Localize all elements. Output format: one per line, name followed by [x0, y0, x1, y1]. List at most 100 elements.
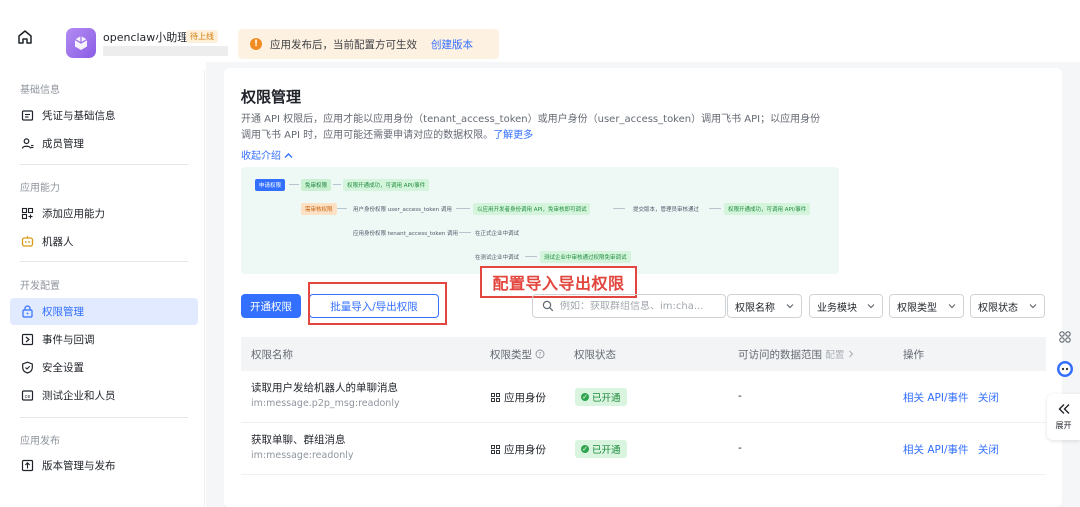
expand-label: 展开: [1055, 421, 1072, 430]
search-input[interactable]: [560, 300, 720, 312]
filter-business-module[interactable]: 业务模块: [809, 294, 883, 318]
related-api-link[interactable]: 相关 API/事件: [903, 444, 969, 456]
sidebar-section-title: 应用能力: [20, 183, 60, 194]
close-permission-link[interactable]: 关闭: [978, 444, 999, 456]
notice-text: 应用发布后，当前配置方可生效: [270, 38, 417, 51]
flow-connector: [613, 208, 625, 209]
sidebar-item-events[interactable]: 事件与回调: [10, 326, 198, 353]
event-icon: [21, 333, 34, 346]
app-identity-icon: [491, 393, 500, 402]
filter-permission-status[interactable]: 权限状态: [970, 294, 1045, 318]
publish-notice: ! 应用发布后，当前配置方可生效 创建版本: [238, 29, 499, 59]
filter-label: 权限类型: [897, 302, 937, 314]
sidebar-item-security[interactable]: 安全设置: [10, 354, 198, 381]
flow-publish: 提交版本，管理员审核通过: [633, 207, 700, 213]
sidebar-item-label: 凭证与基础信息: [42, 110, 116, 122]
sidebar-item-members[interactable]: 成员管理: [10, 130, 198, 157]
filter-permission-type[interactable]: 权限类型: [889, 294, 964, 318]
sidebar-item-label: 添加应用能力: [42, 208, 105, 220]
shield-icon: [21, 361, 34, 374]
sidebar-item-label: 版本管理与发布: [42, 460, 116, 472]
double-chevron-left-icon: [1057, 403, 1071, 418]
sidebar-item-label: 事件与回调: [42, 334, 95, 346]
sidebar-item-release[interactable]: 版本管理与发布: [10, 452, 198, 479]
column-header-type: 权限类型 ?: [490, 347, 545, 362]
close-permission-link[interactable]: 关闭: [978, 392, 999, 404]
create-version-link[interactable]: 创建版本: [431, 37, 473, 52]
home-icon[interactable]: [16, 28, 34, 46]
related-api-link[interactable]: 相关 API/事件: [903, 392, 969, 404]
member-icon: [21, 137, 34, 150]
flow-final: 权限开通成功，可调用 API/事件: [724, 203, 811, 215]
collapse-intro-button[interactable]: 收起介绍: [241, 147, 293, 162]
flow-connector: [333, 184, 341, 185]
table-header: [241, 337, 1046, 371]
data-scope: -: [738, 390, 742, 402]
credential-icon: [21, 109, 34, 122]
test-icon: ce: [21, 389, 34, 402]
description-line: 开通 API 权限后，应用才能以应用身份（tenant_access_token…: [241, 114, 821, 125]
permission-type-label: 应用身份: [504, 444, 546, 456]
flow-enterprise: 在正式企业中调试: [475, 231, 520, 237]
assistant-icon[interactable]: [1056, 360, 1074, 378]
column-header-name: 权限名称: [251, 349, 293, 361]
permission-name: 读取用户发给机器人的单聊消息: [251, 382, 398, 394]
sidebar-item-robot[interactable]: 机器人: [10, 228, 198, 255]
permission-type: 应用身份: [491, 442, 546, 457]
expand-panel-button[interactable]: 展开: [1047, 394, 1080, 440]
flow-no-review-result: 权限开通成功，可调用 API/事件: [343, 179, 430, 191]
flow-no-review: 免审权限: [301, 179, 332, 191]
sidebar-section-title: 基础信息: [20, 85, 60, 96]
permission-type: 应用身份: [491, 390, 546, 405]
flow-connector: [525, 256, 537, 257]
column-header-type-label: 权限类型: [490, 349, 532, 361]
sidebar-divider: [20, 417, 188, 418]
data-scope: -: [738, 442, 742, 454]
row-actions: 相关 API/事件 关闭: [903, 390, 999, 405]
annotation-highlight-box: [308, 282, 447, 325]
chevron-down-icon: [1029, 302, 1037, 310]
check-icon: ✓: [581, 445, 589, 453]
flow-need-review: 需审核权限: [301, 203, 337, 215]
scope-config-link[interactable]: 配置: [825, 350, 844, 361]
page-title: 权限管理: [241, 88, 302, 106]
column-header-scope: 可访问的数据范围 配置: [738, 347, 854, 362]
sidebar-item-test-enterprise[interactable]: ce 测试企业和人员: [10, 382, 198, 409]
chevron-down-icon: [786, 302, 794, 310]
svg-text:?: ?: [539, 351, 542, 358]
flow-connector: [337, 208, 347, 209]
filter-label: 权限名称: [735, 302, 775, 314]
warning-icon: !: [250, 38, 262, 50]
sidebar-item-label: 安全设置: [42, 362, 84, 374]
sidebar-item-permissions[interactable]: 权限管理: [10, 298, 198, 325]
column-header-scope-label: 可访问的数据范围: [738, 349, 822, 361]
app-subtitle-placeholder: [103, 46, 228, 56]
robot-icon: [21, 235, 34, 248]
permission-search[interactable]: [532, 294, 726, 318]
check-icon: ✓: [581, 393, 589, 401]
sidebar-item-credentials[interactable]: 凭证与基础信息: [10, 102, 198, 129]
svg-text:ce: ce: [25, 394, 31, 400]
search-icon: [542, 300, 554, 312]
help-icon[interactable]: ?: [535, 349, 545, 361]
permission-type-label: 应用身份: [504, 392, 546, 404]
status-label: 已开通: [592, 445, 621, 456]
apps-grid-icon[interactable]: [1056, 328, 1074, 346]
flow-connector: [456, 208, 470, 209]
add-capability-icon: [21, 207, 34, 220]
flow-test-result: 测试企业中审核通过权限免审调试: [540, 251, 631, 263]
status-badge: ✓ 已开通: [575, 440, 627, 458]
collapse-label: 收起介绍: [241, 151, 281, 162]
open-permission-button[interactable]: 开通权限: [241, 294, 301, 318]
filter-permission-name[interactable]: 权限名称: [727, 294, 802, 318]
flow-test-enterprise: 在测试企业中调试: [475, 255, 520, 261]
column-header-status: 权限状态: [574, 349, 616, 361]
top-bar: openclaw小助理 待上线 ! 应用发布后，当前配置方可生效 创建版本: [0, 8, 1080, 62]
permission-name: 获取单聊、群组消息: [251, 434, 346, 446]
app-logo-icon: [66, 28, 96, 58]
learn-more-link[interactable]: 了解更多: [493, 130, 533, 141]
sidebar-item-add-capability[interactable]: 添加应用能力: [10, 200, 198, 227]
page-description: 开通 API 权限后，应用才能以应用身份（tenant_access_token…: [241, 112, 841, 144]
sidebar-item-label: 权限管理: [42, 306, 84, 318]
permission-code: im:message:readonly: [251, 450, 354, 461]
